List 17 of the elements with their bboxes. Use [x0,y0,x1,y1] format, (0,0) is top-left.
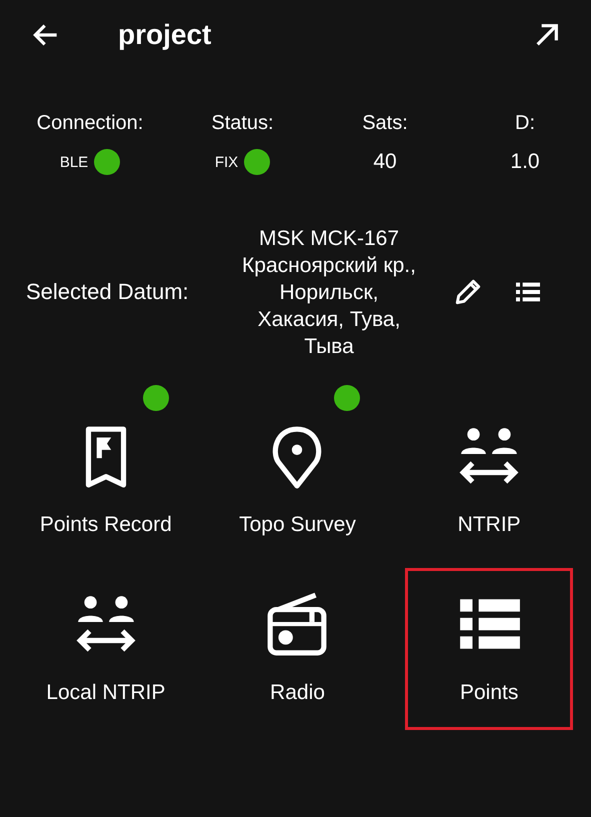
status-label: Sats: [362,112,408,135]
status-value: 1.0 [510,150,540,174]
menu-tile[interactable]: Radio [214,568,382,730]
status-label: Status: [211,112,274,135]
menu-tile[interactable]: Topo Survey [214,382,382,562]
menu-tile[interactable]: NTRIP [405,382,573,562]
menu-tile[interactable]: Points [405,568,573,730]
status-label: D: [515,112,535,135]
menu-tile[interactable]: Local NTRIP [22,568,190,730]
screen-title: project [118,19,212,51]
datum-value: MSK MCK-167 Красноярский кр., Норильск, Хакасия, Тува, Тыва [241,226,417,360]
menu-tile[interactable]: Points Record [22,382,190,562]
status-value: BLE [60,154,88,170]
status-label: Connection: [36,112,144,135]
datum-label: Selected Datum: [26,279,190,305]
status-value: FIX [214,154,238,170]
status-value: 40 [373,150,397,174]
